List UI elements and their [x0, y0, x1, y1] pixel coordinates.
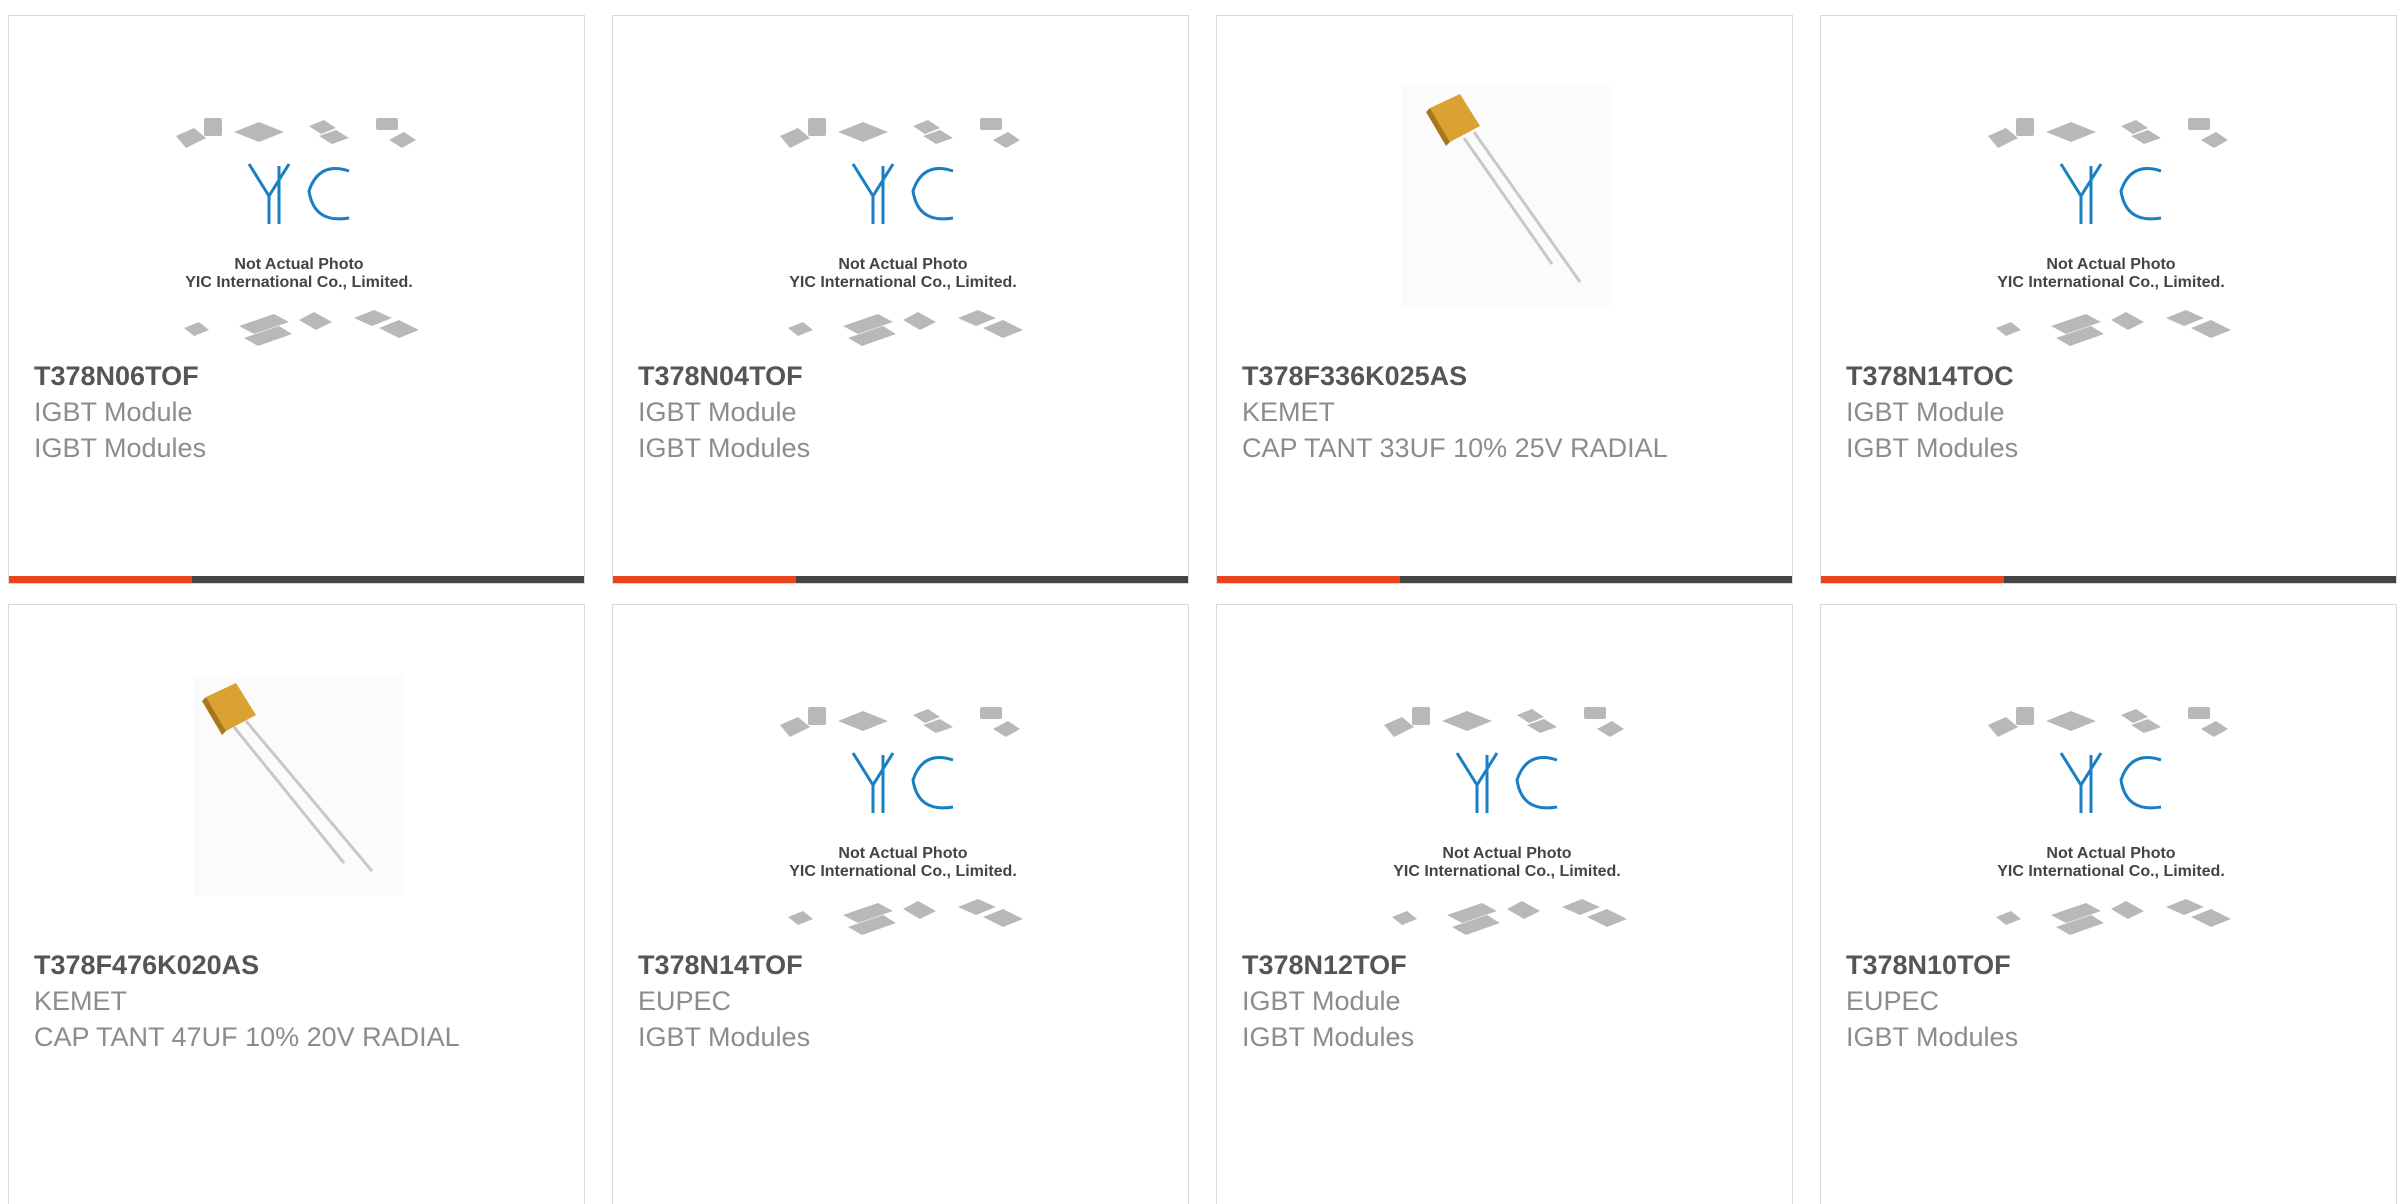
manufacturer: IGBT Module: [34, 397, 193, 427]
product-info: T378N12TOF IGBT Module IGBT Modules: [1242, 947, 1772, 1055]
card-bottom-bar: [1217, 576, 1792, 583]
product-card[interactable]: Not Actual Photo YIC International Co., …: [1216, 604, 1793, 1204]
description: CAP TANT 33UF 10% 25V RADIAL: [1242, 433, 1668, 463]
card-bottom-bar: [1821, 576, 2396, 583]
placeholder-logo-image: Not Actual Photo YIC International Co., …: [1384, 707, 1627, 935]
part-number-link[interactable]: T378N12TOF: [1242, 947, 1772, 983]
product-card[interactable]: Not Actual Photo YIC International Co., …: [1820, 604, 2397, 1204]
product-card[interactable]: Not Actual Photo YIC International Co., …: [612, 15, 1189, 584]
product-info: T378N10TOF EUPEC IGBT Modules: [1846, 947, 2376, 1055]
part-number-link[interactable]: T378N14TOF: [638, 947, 1168, 983]
manufacturer: IGBT Module: [1846, 397, 2005, 427]
product-grid: Not Actual Photo YIC International Co., …: [0, 0, 2400, 1204]
part-number-link[interactable]: T378N06TOF: [34, 358, 564, 394]
product-image[interactable]: Not Actual Photo YIC International Co., …: [1821, 16, 2396, 366]
card-bottom-bar: [613, 576, 1188, 583]
product-card[interactable]: Not Actual Photo YIC International Co., …: [612, 604, 1189, 1204]
manufacturer: IGBT Module: [1242, 986, 1401, 1016]
product-info: T378F476K020AS KEMET CAP TANT 47UF 10% 2…: [34, 947, 564, 1055]
part-number-link[interactable]: T378N10TOF: [1846, 947, 2376, 983]
placeholder-logo-image: Not Actual Photo YIC International Co., …: [176, 118, 419, 346]
manufacturer: IGBT Module: [638, 397, 797, 427]
description: IGBT Modules: [1242, 1022, 1415, 1052]
product-image[interactable]: Not Actual Photo YIC International Co., …: [613, 16, 1188, 366]
logo-caption-line2: YIC International Co., Limited.: [1997, 274, 2225, 291]
part-number-link[interactable]: T378F336K025AS: [1242, 358, 1772, 394]
card-accent-bar: [1217, 576, 1400, 583]
manufacturer: KEMET: [1242, 397, 1336, 427]
manufacturer: EUPEC: [638, 986, 732, 1016]
placeholder-logo-image: Not Actual Photo YIC International Co., …: [1988, 118, 2231, 346]
logo-caption-line1: Not Actual Photo: [838, 845, 967, 862]
product-info: T378N14TOC IGBT Module IGBT Modules: [1846, 358, 2376, 466]
product-info: T378N14TOF EUPEC IGBT Modules: [638, 947, 1168, 1055]
logo-caption-line2: YIC International Co., Limited.: [789, 863, 1017, 880]
card-accent-bar: [1821, 576, 2004, 583]
tantalum-capacitor-photo: [1402, 86, 1612, 306]
product-image[interactable]: Not Actual Photo YIC International Co., …: [9, 16, 584, 366]
manufacturer: EUPEC: [1846, 986, 1940, 1016]
logo-caption-line2: YIC International Co., Limited.: [185, 274, 413, 291]
description: IGBT Modules: [1846, 433, 2019, 463]
logo-caption-line2: YIC International Co., Limited.: [1393, 863, 1621, 880]
description: IGBT Modules: [638, 433, 811, 463]
logo-caption-line2: YIC International Co., Limited.: [789, 274, 1017, 291]
logo-caption-line1: Not Actual Photo: [838, 256, 967, 273]
part-number-link[interactable]: T378F476K020AS: [34, 947, 564, 983]
card-accent-bar: [613, 576, 796, 583]
part-number-link[interactable]: T378N04TOF: [638, 358, 1168, 394]
logo-caption-line1: Not Actual Photo: [234, 256, 363, 273]
placeholder-logo-image: Not Actual Photo YIC International Co., …: [1988, 707, 2231, 935]
product-image[interactable]: Not Actual Photo YIC International Co., …: [1217, 605, 1792, 955]
logo-caption-line1: Not Actual Photo: [2046, 256, 2175, 273]
placeholder-logo-image: Not Actual Photo YIC International Co., …: [780, 707, 1023, 935]
card-accent-bar: [9, 576, 192, 583]
placeholder-logo-image: Not Actual Photo YIC International Co., …: [780, 118, 1023, 346]
part-number-link[interactable]: T378N14TOC: [1846, 358, 2376, 394]
manufacturer: KEMET: [34, 986, 128, 1016]
product-card[interactable]: Not Actual Photo YIC International Co., …: [1820, 15, 2397, 584]
product-card[interactable]: Not Actual Photo YIC International Co., …: [8, 15, 585, 584]
card-bottom-bar: [9, 576, 584, 583]
product-info: T378N04TOF IGBT Module IGBT Modules: [638, 358, 1168, 466]
product-image[interactable]: [1217, 16, 1792, 366]
product-card[interactable]: T378F476K020AS KEMET CAP TANT 47UF 10% 2…: [8, 604, 585, 1204]
product-info: T378N06TOF IGBT Module IGBT Modules: [34, 358, 564, 466]
description: IGBT Modules: [638, 1022, 811, 1052]
description: IGBT Modules: [1846, 1022, 2019, 1052]
product-image[interactable]: Not Actual Photo YIC International Co., …: [613, 605, 1188, 955]
logo-caption-line1: Not Actual Photo: [1442, 845, 1571, 862]
product-image[interactable]: Not Actual Photo YIC International Co., …: [1821, 605, 2396, 955]
description: CAP TANT 47UF 10% 20V RADIAL: [34, 1022, 460, 1052]
product-image[interactable]: [9, 605, 584, 955]
product-card[interactable]: T378F336K025AS KEMET CAP TANT 33UF 10% 2…: [1216, 15, 1793, 584]
tantalum-capacitor-photo: [194, 675, 404, 895]
product-info: T378F336K025AS KEMET CAP TANT 33UF 10% 2…: [1242, 358, 1772, 466]
logo-caption-line1: Not Actual Photo: [2046, 845, 2175, 862]
logo-caption-line2: YIC International Co., Limited.: [1997, 863, 2225, 880]
description: IGBT Modules: [34, 433, 207, 463]
